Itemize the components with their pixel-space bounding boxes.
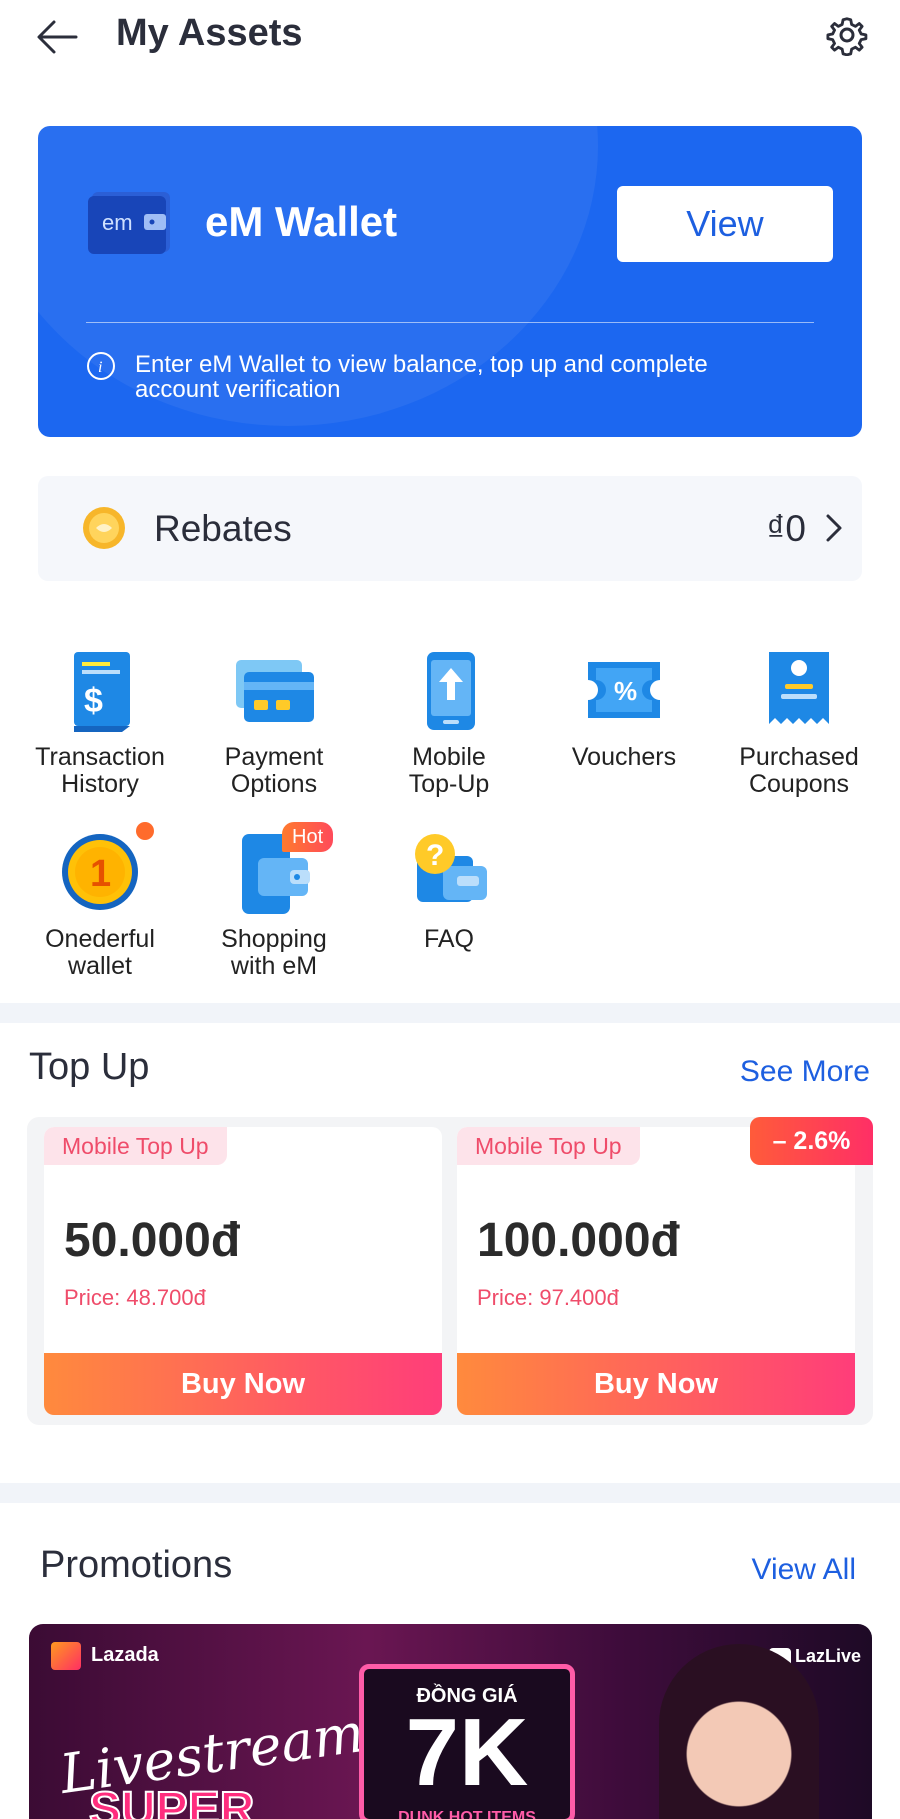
- topup-tag: Mobile Top Up: [44, 1127, 227, 1165]
- section-separator: [0, 1003, 900, 1023]
- grid-label: Options: [230, 770, 318, 798]
- notification-dot: [136, 822, 154, 840]
- svg-text:%: %: [614, 676, 637, 706]
- topup-amount: 100.000đ: [477, 1214, 680, 1267]
- wallet-logo-text: em: [102, 210, 133, 235]
- banner-badge: LazLive: [795, 1646, 862, 1666]
- header: My Assets: [0, 0, 900, 72]
- promotions-title: Promotions: [40, 1544, 233, 1586]
- page-title: My Assets: [116, 12, 303, 54]
- grid-item-faq[interactable]: ? FAQ: [364, 832, 534, 953]
- coin-one-text: 1: [90, 853, 111, 895]
- promotion-banner[interactable]: Lazada LazLive Livestream SUPER ĐỒNG GIÁ…: [29, 1624, 872, 1819]
- topup-card[interactable]: Mobile Top Up 50.000đ Price: 48.700đ Buy…: [44, 1127, 442, 1415]
- grid-item-vouchers[interactable]: % Vouchers: [539, 650, 709, 771]
- wallet-note: Enter eM Wallet to view balance, top up …: [135, 351, 708, 403]
- grid-item-transaction-history[interactable]: $ Transaction History: [15, 650, 185, 798]
- topup-amount: 50.000đ: [64, 1214, 241, 1267]
- topup-tag: Mobile Top Up: [457, 1127, 640, 1165]
- faq-icon: ?: [407, 832, 491, 916]
- grid-label: Transaction: [35, 743, 165, 771]
- wallet-title: eM Wallet: [205, 198, 398, 245]
- card-icon: [232, 650, 316, 734]
- lazada-logo-icon: [51, 1642, 81, 1670]
- buy-now-button[interactable]: Buy Now: [44, 1353, 442, 1415]
- topup-price: Price: 97.400đ: [477, 1285, 619, 1310]
- topup-carousel: Mobile Top Up 50.000đ Price: 48.700đ Buy…: [27, 1117, 873, 1425]
- grid-label: with eM: [230, 952, 318, 980]
- rebates-label: Rebates: [154, 508, 292, 549]
- page: { "header": {"title": "My Assets"}, "wal…: [0, 0, 900, 1819]
- grid-item-payment-options[interactable]: Payment Options: [189, 650, 359, 798]
- topup-price: Price: 48.700đ: [64, 1285, 206, 1310]
- grid-label: Vouchers: [571, 743, 677, 771]
- svg-text:$: $: [84, 682, 103, 720]
- back-arrow-icon[interactable]: [34, 14, 80, 60]
- grid-label: Payment: [224, 743, 324, 771]
- voucher-icon: %: [582, 650, 666, 734]
- topup-title: Top Up: [29, 1046, 150, 1088]
- grid-label: wallet: [68, 952, 132, 980]
- grid-label: Onederful: [45, 925, 155, 953]
- hot-badge: Hot: [282, 822, 334, 852]
- grid-label: Mobile: [412, 743, 486, 771]
- gear-icon[interactable]: [826, 14, 868, 56]
- info-icon: i: [87, 352, 115, 380]
- banner-brand: Lazada: [91, 1644, 159, 1666]
- buy-now-button[interactable]: Buy Now: [457, 1353, 855, 1415]
- rebate-coin-icon: [83, 507, 125, 549]
- grid-item-purchased-coupons[interactable]: Purchased Coupons: [714, 650, 884, 798]
- grid-item-mobile-top-up[interactable]: Mobile Top-Up: [364, 650, 534, 798]
- section-separator: [0, 1483, 900, 1503]
- grid-label: Top-Up: [408, 770, 490, 798]
- banner-headline-sub: DUNK HOT ITEMS: [398, 1809, 536, 1819]
- rebates-row[interactable]: Rebates ₫0: [38, 476, 862, 581]
- banner-headline-box: ĐỒNG GIÁ 7K DUNK HOT ITEMS: [359, 1664, 575, 1819]
- grid-item-onederful-wallet[interactable]: 1 Onederful wallet: [15, 822, 185, 980]
- phone-wallet-icon: Hot: [232, 822, 334, 916]
- banner-headline-main: 7K: [405, 1699, 529, 1806]
- topup-card[interactable]: Mobile Top Up 100.000đ Price: 97.400đ Bu…: [457, 1127, 855, 1415]
- grid-label: Coupons: [748, 770, 850, 798]
- view-wallet-button[interactable]: View: [617, 186, 833, 262]
- grid-label: Shopping: [221, 925, 327, 953]
- banner-person-image: [659, 1644, 819, 1819]
- divider: [86, 322, 814, 323]
- grid-label: Purchased: [739, 743, 859, 771]
- phone-topup-icon: [407, 650, 491, 734]
- discount-badge: – 2.6%: [750, 1117, 873, 1165]
- view-all-link[interactable]: View All: [751, 1553, 856, 1587]
- wallet-card: em eM Wallet View i Enter eM Wallet to v…: [38, 126, 862, 437]
- coupon-icon: [757, 650, 841, 734]
- chevron-right-icon: [826, 514, 842, 542]
- grid-label: FAQ: [423, 925, 474, 953]
- grid-label: History: [61, 770, 139, 798]
- see-more-link[interactable]: See More: [740, 1055, 870, 1089]
- faq-question-mark: ?: [426, 839, 444, 872]
- em-wallet-logo-icon: em: [88, 192, 170, 254]
- grid-item-shopping-with-em[interactable]: Hot Shopping with eM: [189, 822, 359, 980]
- receipt-dollar-icon: $: [58, 650, 142, 734]
- svg-text:i: i: [98, 359, 102, 376]
- rebates-value: ₫0: [766, 508, 806, 549]
- banner-big-text: SUPER: [88, 1782, 255, 1819]
- coin-one-icon: 1: [58, 822, 154, 916]
